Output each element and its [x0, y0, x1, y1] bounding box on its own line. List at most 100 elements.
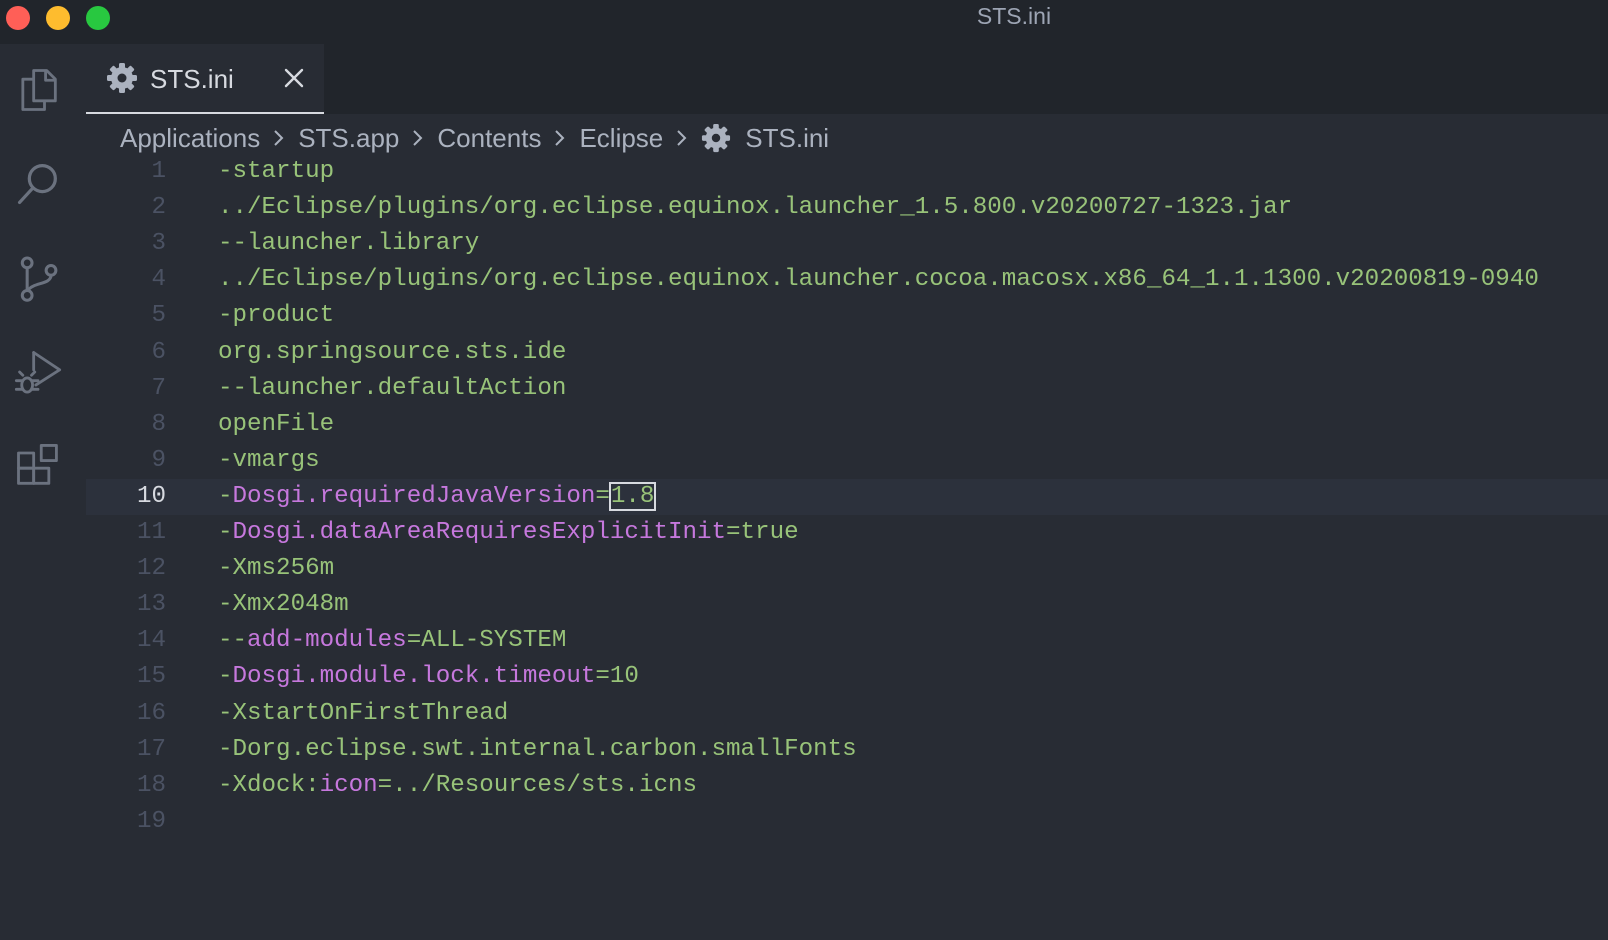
line-number: 6: [151, 338, 166, 366]
line-number: 19: [136, 807, 166, 835]
line-content: --launcher.defaultAction: [218, 371, 566, 407]
extensions-icon[interactable]: [8, 436, 68, 496]
line-number: 10: [136, 482, 166, 510]
code-line[interactable]: 14 --add-modules=ALL-SYSTEM: [86, 623, 1608, 659]
chevron-right-icon: [274, 130, 284, 146]
window-title: STS.ini: [976, 3, 1052, 29]
line-content: -Dosgi.dataAreaRequiresExplicitInit=true: [218, 515, 799, 551]
text-token: =true: [726, 519, 799, 546]
line-number: 18: [136, 771, 166, 799]
line-number: 5: [151, 302, 166, 330]
code-line[interactable]: 1 -startup: [86, 154, 1608, 190]
close-icon[interactable]: [282, 66, 306, 90]
key-token: Dosgi.requiredJavaVersion: [232, 482, 596, 510]
code-line[interactable]: 12 -Xms256m: [86, 551, 1608, 587]
line-number: 1: [151, 158, 166, 185]
code-line[interactable]: 5 -product: [86, 298, 1608, 334]
text-token: --: [218, 627, 248, 655]
key-token: Dosgi.dataAreaRequiresExplicitInit: [232, 519, 727, 546]
code-line[interactable]: 18 -Xdock:icon=../Resources/sts.icns: [86, 768, 1608, 804]
minimize-window-button[interactable]: [46, 6, 70, 30]
code-line[interactable]: 9 -vmargs: [86, 443, 1608, 479]
code-line[interactable]: 3 --launcher.library: [86, 226, 1608, 262]
line-content: -Xmx2048m: [218, 587, 349, 623]
code-line[interactable]: 2 ../Eclipse/plugins/org.eclipse.equinox.…: [86, 190, 1608, 226]
line-content: openFile: [218, 407, 334, 443]
line-content: -vmargs: [218, 443, 320, 479]
code-line[interactable]: 11 -Dosgi.dataAreaRequiresExplicitInit=tr…: [86, 515, 1608, 551]
line-number: 9: [151, 446, 166, 474]
line-content: -startup: [218, 154, 334, 190]
code-line[interactable]: 6 org.springsource.sts.ide: [86, 335, 1608, 371]
editor-window: STS.ini STS.ini Applications STS.app Con…: [0, 0, 1608, 940]
text-token: -Xms256m: [218, 555, 335, 583]
text-token: -Dorg.eclipse.swt.internal.carbon.smallF…: [218, 735, 857, 763]
code-line[interactable]: 7 --launcher.defaultAction: [86, 371, 1608, 407]
text-token: -vmargs: [218, 446, 320, 474]
text-token: --launcher.defaultAction: [218, 374, 567, 402]
run-debug-icon[interactable]: [8, 342, 68, 402]
line-content: org.springsource.sts.ide: [218, 335, 566, 371]
text-token: -: [218, 482, 233, 510]
maximize-window-button[interactable]: [86, 6, 110, 30]
breadcrumb-item-sts-ini[interactable]: STS.ini: [743, 123, 831, 154]
tab-label: STS.ini: [150, 64, 234, 94]
breadcrumb: Applications STS.app Contents Eclipse ST…: [118, 118, 831, 158]
line-content: -XstartOnFirstThread: [218, 696, 508, 732]
line-number: 13: [136, 591, 166, 619]
close-window-button[interactable]: [6, 6, 30, 30]
line-content: ../Eclipse/plugins/org.eclipse.equinox.l…: [218, 262, 1539, 298]
code-line[interactable]: 15 -Dosgi.module.lock.timeout=10: [86, 659, 1608, 695]
chevron-right-icon: [677, 130, 687, 146]
activity-bar: [0, 44, 78, 940]
breadcrumb-item-contents[interactable]: Contents: [435, 123, 543, 154]
text-token: =ALL-SYSTEM: [406, 627, 567, 655]
text-token: =10: [595, 663, 639, 691]
code-line[interactable]: 4 ../Eclipse/plugins/org.eclipse.equinox.…: [86, 262, 1608, 298]
text-token: ../Eclipse/plugins/org.eclipse.equinox.l…: [218, 266, 1539, 294]
line-number: 15: [136, 663, 166, 691]
breadcrumb-item-sts-app[interactable]: STS.app: [296, 123, 401, 154]
source-control-icon[interactable]: [8, 248, 68, 308]
tab-bar: STS.ini: [86, 44, 1608, 114]
text-token: openFile: [218, 410, 335, 438]
code-editor[interactable]: 1 -startup 2 ../Eclipse/plugins/org.eclipse…: [86, 158, 1608, 858]
breadcrumb-item-applications[interactable]: Applications: [118, 123, 262, 154]
line-content: -Dosgi.module.lock.timeout=10: [218, 659, 639, 695]
text-token: --launcher.library: [218, 230, 480, 258]
line-content: -Xms256m: [218, 551, 334, 587]
code-line[interactable]: 13 -Xmx2048m: [86, 587, 1608, 623]
breadcrumb-item-eclipse[interactable]: Eclipse: [577, 123, 665, 154]
code-line[interactable]: 8 openFile: [86, 407, 1608, 443]
line-number: 8: [151, 410, 166, 438]
explorer-icon[interactable]: [8, 60, 68, 120]
key-token: Dosgi.module.lock.timeout: [232, 663, 596, 691]
key-token: icon: [319, 771, 378, 799]
code-line[interactable]: 10 -Dosgi.requiredJavaVersion=1.8: [86, 478, 1608, 515]
line-number: 14: [136, 627, 166, 655]
line-content: -product: [218, 298, 334, 334]
line-content: ../Eclipse/plugins/org.eclipse.equinox.l…: [218, 190, 1292, 226]
text-token: ../Eclipse/plugins/org.eclipse.equinox.l…: [218, 194, 1293, 222]
text-token: -Xmx2048m: [218, 591, 349, 619]
line-number: 11: [136, 519, 166, 546]
key-token: add-modules: [247, 627, 407, 655]
gear-icon: [107, 63, 137, 93]
code-line[interactable]: 19: [86, 804, 1608, 840]
tab-sts-ini[interactable]: STS.ini: [86, 44, 324, 114]
code-line[interactable]: 16 -XstartOnFirstThread: [86, 696, 1608, 732]
line-number: 2: [151, 194, 166, 222]
line-number: 12: [136, 555, 166, 583]
code-line[interactable]: 17 -Dorg.eclipse.swt.internal.carbon.smal…: [86, 732, 1608, 768]
search-icon[interactable]: [8, 154, 68, 214]
text-token: -Xdock:: [218, 771, 320, 799]
line-number: 4: [151, 266, 166, 294]
line-content: -Xdock:icon=../Resources/sts.icns: [218, 768, 697, 804]
text-token: -product: [218, 302, 335, 330]
text-token: -: [218, 519, 233, 546]
line-number: 16: [136, 699, 166, 727]
line-number: 3: [151, 230, 166, 258]
line-number: 7: [151, 374, 166, 402]
line-content: -Dorg.eclipse.swt.internal.carbon.smallF…: [218, 732, 857, 768]
chevron-right-icon: [555, 130, 565, 146]
